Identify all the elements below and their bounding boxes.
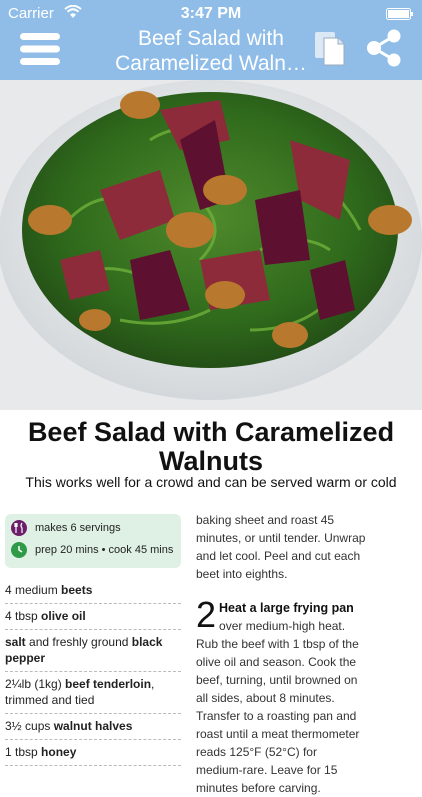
status-time: 3:47 PM <box>180 5 242 22</box>
step-number: 2 <box>196 594 217 635</box>
nav-title: Beef Salad with Caramelized Waln… <box>100 26 322 76</box>
servings-text: makes 6 servings <box>35 522 121 534</box>
servings-row: makes 6 servings <box>11 519 121 537</box>
nav-bar: Carrier 3:47 PM Beef Salad with Carameli… <box>0 0 422 80</box>
step-text: over medium-high heat. Rub the beef with… <box>196 619 360 795</box>
ingredient-item: 4 tbsp olive oil <box>5 604 181 630</box>
clock-icon <box>11 542 27 558</box>
method-text: baking sheet and roast 45 minutes, or un… <box>196 511 366 797</box>
nav-title-line-1: Beef Salad with <box>138 27 284 50</box>
step-heading: Heat a large frying pan <box>219 601 354 615</box>
ingredient-item: 1 tbsp honey <box>5 740 181 766</box>
recipe-subtitle: This works well for a crowd and can be s… <box>25 474 397 490</box>
menu-icon[interactable] <box>18 30 62 68</box>
share-icon[interactable] <box>362 28 406 68</box>
status-bar: Carrier 3:47 PM <box>0 0 422 28</box>
battery-icon <box>386 8 413 20</box>
time-text: prep 20 mins • cook 45 mins <box>35 544 174 556</box>
recipe-info-box: makes 6 servings prep 20 mins • cook 45 … <box>5 514 181 568</box>
nav-title-line-2: Caramelized Waln… <box>115 52 307 75</box>
method-step-1-continued: baking sheet and roast 45 minutes, or un… <box>196 513 366 581</box>
time-row: prep 20 mins • cook 45 mins <box>11 541 173 559</box>
document-copy-icon[interactable] <box>310 28 350 68</box>
utensils-icon <box>11 520 27 536</box>
ingredient-list: 4 medium beets 4 tbsp olive oil salt and… <box>5 578 181 766</box>
salad-photo <box>0 80 422 410</box>
ingredient-item: 4 medium beets <box>5 578 181 604</box>
ingredient-item: 3½ cups walnut halves <box>5 714 181 740</box>
ingredient-item: salt and freshly ground black pepper <box>5 630 181 672</box>
ingredient-item: 2¼lb (1kg) beef tenderloin, trimmed and … <box>5 672 181 714</box>
method-step-2: 2 Heat a large frying pan over medium-hi… <box>196 594 366 797</box>
recipe-title: Beef Salad with Caramelized Walnuts <box>27 417 395 476</box>
